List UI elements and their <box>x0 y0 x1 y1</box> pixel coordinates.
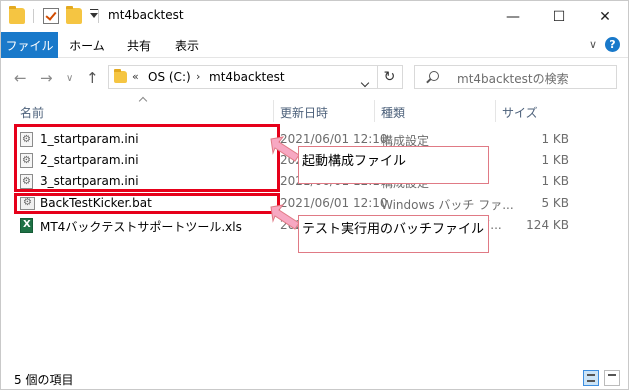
config-callout-label: 起動構成ファイル <box>302 154 407 169</box>
maximize-button[interactable]: ☐ <box>536 1 582 32</box>
qat-separator <box>33 9 34 23</box>
up-arrow-icon[interactable]: ↑ <box>86 69 99 87</box>
column-headers: 名前 更新日時 種類 サイズ <box>1 96 628 123</box>
file-size: 5 KB <box>541 196 569 210</box>
customize-qat-icon[interactable] <box>90 9 98 18</box>
file-size: 1 KB <box>541 153 569 167</box>
refresh-icon[interactable]: ↻ <box>377 65 401 89</box>
config-callout: 起動構成ファイル <box>298 146 489 184</box>
address-bar[interactable]: « OS (C:) › mt4backtest ↻ <box>108 65 403 89</box>
batch-callout: テスト実行用のバッチファイル <box>298 215 489 253</box>
column-separator[interactable] <box>495 100 496 122</box>
details-view-button[interactable] <box>583 370 599 386</box>
expand-ribbon-icon[interactable]: ∨ <box>589 38 597 51</box>
large-icons-view-button[interactable] <box>604 370 620 386</box>
file-size: 124 KB <box>526 218 569 232</box>
config-callout-arrow-icon <box>270 136 300 162</box>
back-arrow-icon[interactable]: ← <box>14 69 27 87</box>
tab-view[interactable]: 表示 <box>167 32 207 58</box>
details-view-icon <box>587 374 595 382</box>
tab-home[interactable]: ホーム <box>63 32 111 58</box>
address-separator-icon[interactable]: › <box>196 70 200 83</box>
file-name: MT4バックテストサポートツール.xls <box>40 220 242 234</box>
new-folder-icon[interactable] <box>66 6 82 24</box>
column-name[interactable]: 名前 <box>20 104 44 121</box>
address-segment-folder[interactable]: mt4backtest <box>209 70 285 84</box>
address-segment-drive[interactable]: OS (C:) <box>148 70 191 84</box>
ribbon-tabs: ファイル ホーム 共有 表示 ∨ ? <box>1 32 628 58</box>
excel-file-icon <box>20 218 33 233</box>
address-history-icon[interactable] <box>360 78 370 88</box>
column-separator[interactable] <box>273 100 274 122</box>
batch-file-highlight <box>14 193 280 214</box>
column-type[interactable]: 種類 <box>381 104 405 121</box>
search-icon <box>429 71 439 81</box>
column-separator[interactable] <box>374 100 375 122</box>
address-folder-icon <box>114 69 127 83</box>
sort-ascending-icon <box>138 96 148 106</box>
search-box[interactable]: mt4backtestの検索 <box>414 65 617 89</box>
minimize-button[interactable]: — <box>490 1 536 32</box>
file-size: 1 KB <box>541 174 569 188</box>
window-title: mt4backtest <box>108 8 184 22</box>
large-icons-view-icon <box>608 374 616 382</box>
close-button[interactable]: ✕ <box>582 1 628 32</box>
search-placeholder: mt4backtestの検索 <box>457 72 569 86</box>
config-files-highlight <box>14 124 280 192</box>
recent-locations-icon[interactable]: ∨ <box>66 73 73 84</box>
title-separator <box>98 9 99 23</box>
properties-icon[interactable] <box>43 8 59 24</box>
tab-share[interactable]: 共有 <box>119 32 159 58</box>
title-bar: mt4backtest — ☐ ✕ <box>1 1 628 32</box>
column-modified[interactable]: 更新日時 <box>280 104 328 121</box>
status-bar: 5 個の項目 <box>1 367 628 389</box>
help-icon[interactable]: ? <box>605 37 620 52</box>
navigation-bar: ← → ∨ ↑ « OS (C:) › mt4backtest ↻ mt4bac… <box>1 59 628 97</box>
explorer-window: mt4backtest — ☐ ✕ ファイル ホーム 共有 表示 ∨ ? ← →… <box>0 0 629 390</box>
batch-callout-arrow-icon <box>270 204 300 230</box>
file-size: 1 KB <box>541 132 569 146</box>
column-size[interactable]: サイズ <box>502 104 538 121</box>
batch-callout-label: テスト実行用のバッチファイル <box>302 222 485 237</box>
tab-file[interactable]: ファイル <box>1 32 58 58</box>
folder-icon <box>9 6 25 24</box>
address-overflow-chevron[interactable]: « <box>132 70 139 83</box>
forward-arrow-icon[interactable]: → <box>40 69 53 87</box>
item-count: 5 個の項目 <box>14 373 74 387</box>
